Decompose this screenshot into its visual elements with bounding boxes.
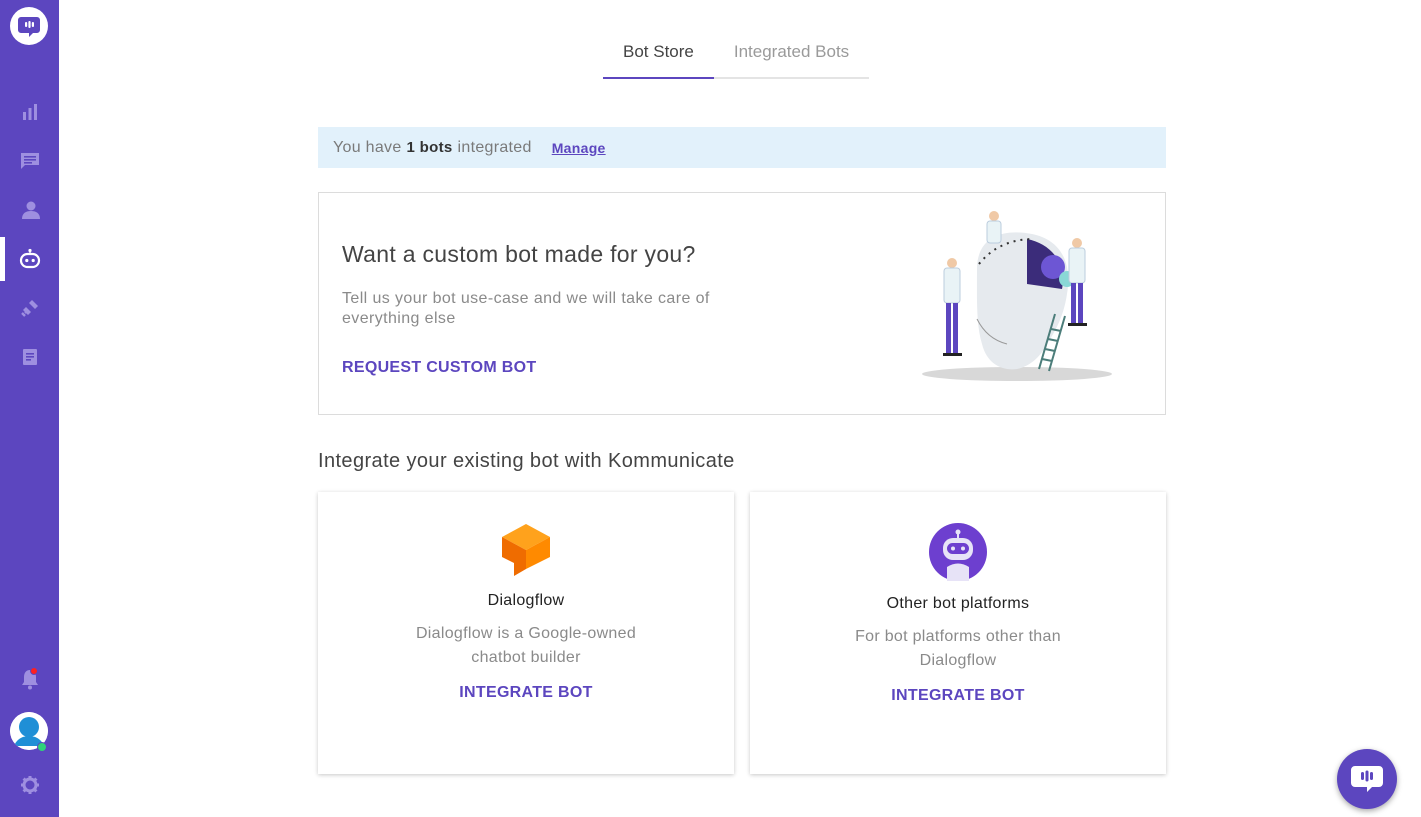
sidebar-item-settings[interactable] (0, 763, 59, 807)
bar-chart-icon (22, 104, 37, 120)
dialogflow-icon (502, 524, 550, 576)
online-status-dot (37, 742, 47, 752)
custom-bot-card: Want a custom bot made for you? Tell us … (318, 192, 1166, 415)
sidebar-item-reports[interactable] (0, 335, 59, 379)
integrated-bots-banner: You have 1 bots integrated Manage (318, 127, 1166, 168)
banner-suffix: integrated (457, 138, 532, 156)
bot-tabs: Bot Store Integrated Bots (603, 30, 870, 79)
sidebar-item-dashboard[interactable] (0, 90, 59, 134)
other-platforms-description: For bot platforms other than Dialogflow (855, 628, 1061, 669)
integrate-other-platforms-button[interactable]: INTEGRATE BOT (750, 687, 1166, 705)
users-icon (21, 201, 40, 219)
manage-link[interactable]: Manage (552, 140, 606, 156)
notification-badge (30, 667, 38, 675)
dialogflow-name: Dialogflow (487, 592, 565, 609)
dialogflow-card[interactable]: Dialogflow Dialogflow is a Google-owned … (318, 492, 734, 774)
dialogflow-description: Dialogflow is a Google-owned chatbot bui… (415, 625, 637, 666)
custom-bot-description: Tell us your bot use-case and we will ta… (342, 290, 710, 327)
conversations-icon (20, 153, 39, 169)
tab-integrated-bots[interactable]: Integrated Bots (714, 30, 869, 77)
chat-logo-icon[interactable] (10, 7, 48, 45)
sidebar-item-bots[interactable] (0, 237, 59, 281)
custom-bot-title: Want a custom bot made for you? (342, 241, 696, 267)
request-custom-bot-button[interactable]: REQUEST CUSTOM BOT (342, 359, 536, 377)
other-platforms-name: Other bot platforms (886, 595, 1030, 612)
sidebar (0, 0, 59, 817)
tab-bot-store[interactable]: Bot Store (603, 30, 714, 79)
robot-icon (929, 523, 987, 581)
sidebar-item-notifications[interactable] (0, 657, 59, 701)
gear-icon (20, 776, 39, 794)
integrate-section-title: Integrate your existing bot with Kommuni… (318, 450, 735, 472)
chat-widget-icon (1351, 766, 1383, 792)
sidebar-item-users[interactable] (0, 188, 59, 232)
banner-count: 1 bots (406, 139, 453, 156)
sidebar-item-integrations[interactable] (0, 286, 59, 330)
custom-bot-illustration (922, 211, 1112, 381)
sidebar-item-conversations[interactable] (0, 139, 59, 183)
banner-prefix: You have (333, 138, 402, 156)
other-platforms-card[interactable]: Other bot platforms For bot platforms ot… (750, 492, 1166, 774)
integrate-dialogflow-button[interactable]: INTEGRATE BOT (318, 684, 734, 702)
reports-icon (22, 349, 37, 365)
chat-widget-button[interactable] (1337, 749, 1397, 809)
bot-icon (19, 248, 40, 269)
integrations-icon (20, 300, 38, 317)
